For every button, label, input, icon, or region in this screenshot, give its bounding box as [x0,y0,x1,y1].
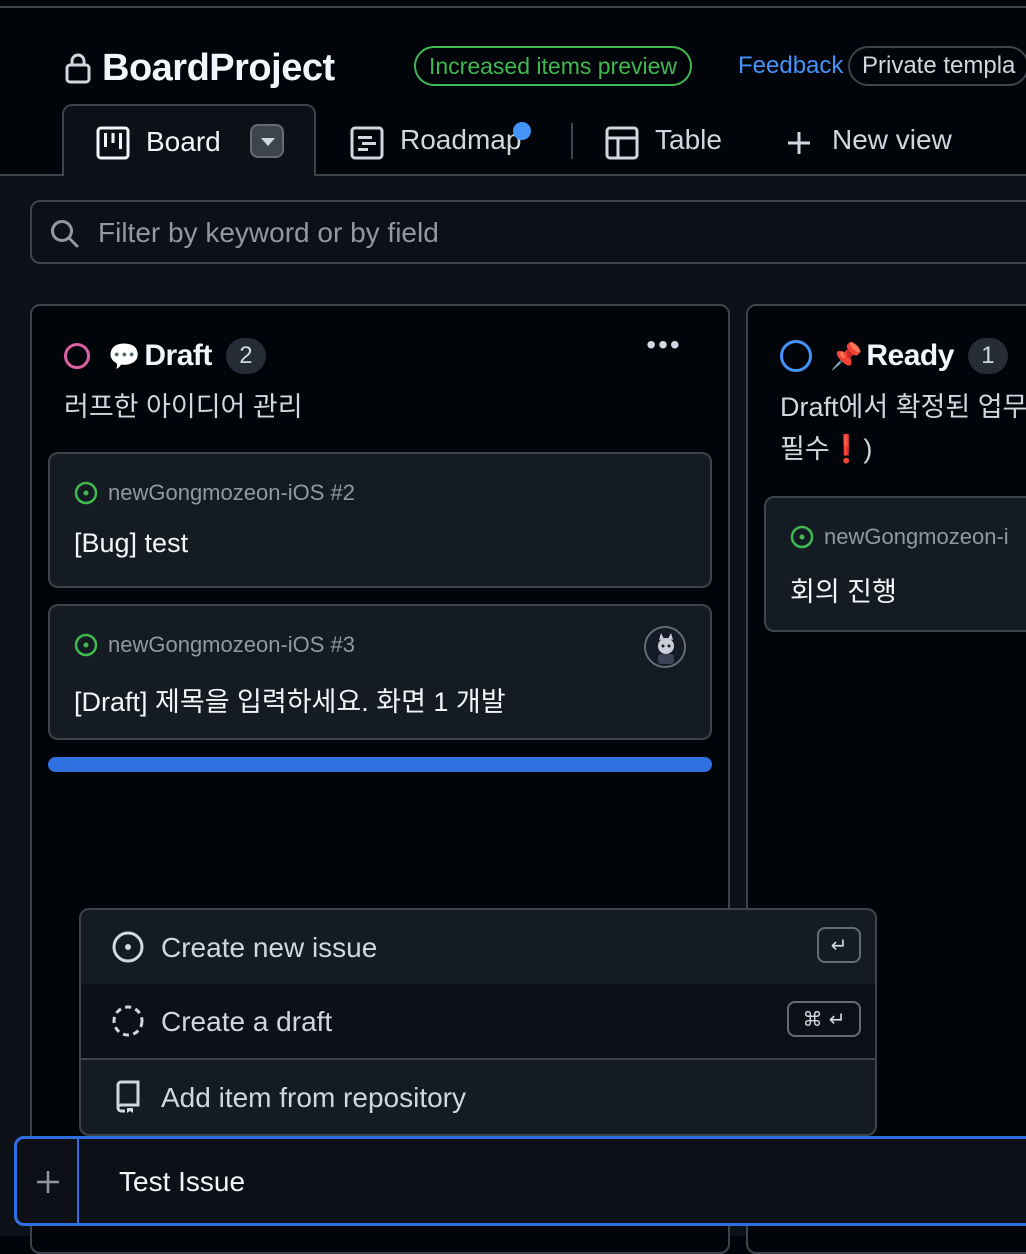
roadmap-icon [350,126,384,160]
column-title: Ready [866,339,954,372]
board-icon [96,126,130,160]
menu-item-create-draft[interactable]: Create a draft ⌘ ↵ [81,984,875,1058]
tab-table[interactable]: Table [605,122,745,162]
return-key-icon: ↵ [830,933,848,957]
card-repo: newGongmozeon-i [790,524,1009,550]
search-icon [51,220,79,248]
feedback-link[interactable]: Feedback [738,52,843,80]
shortcut-hint: ↵ [817,927,861,963]
add-item-input[interactable] [117,1161,1001,1203]
menu-item-label: Add item from repository [161,1082,466,1113]
exclamation-icon: ❗ [829,434,864,464]
tab-board-label: Board [146,126,221,157]
repo-icon [116,1080,140,1113]
project-title-row: BoardProject [64,44,335,92]
issue-opened-icon [74,481,98,505]
card-repo: newGongmozeon-iOS #2 [74,480,355,506]
project-header: BoardProject Increased items preview Fee… [0,8,1026,176]
card-repo-label: newGongmozeon-i [824,524,1009,549]
tab-separator [571,123,573,159]
tab-roadmap-label: Roadmap [400,124,522,155]
issue-opened-icon [790,525,814,549]
status-circle-icon [64,343,90,369]
column-description-line2: 필수❗) [780,428,1026,470]
plus-icon [788,132,810,154]
menu-item-label: Create a draft [161,1006,333,1037]
filter-input[interactable] [96,212,1000,254]
column-header: 💬 Draft 2 [64,336,266,376]
roadmap-notification-dot [513,122,531,140]
avatar-image [646,628,684,666]
plus-icon [37,1171,59,1193]
project-title: BoardProject [102,46,335,89]
menu-item-label: Create new issue [161,932,378,963]
menu-item-add-from-repo[interactable]: Add item from repository [81,1060,875,1134]
filter-bar[interactable] [30,200,1026,264]
column-menu-button[interactable]: ••• [644,331,684,360]
column-description: Draft에서 확정된 업무 필수❗) [780,386,1026,470]
view-options-dropdown[interactable] [250,124,284,158]
shortcut-hint: ⌘ ↵ [787,1001,861,1037]
column-title: Draft [144,339,212,372]
add-item-input-bar[interactable] [14,1136,1026,1226]
issue-card[interactable]: newGongmozeon-i 회의 진행 [764,496,1026,632]
private-template-badge[interactable]: Private templa [848,46,1026,86]
item-count-badge: 2 [225,338,266,374]
add-item-menu: Create new issue ↵ Create a draft ⌘ ↵ Ad… [79,908,877,1136]
issue-opened-icon [112,931,144,963]
menu-item-create-issue[interactable]: Create new issue ↵ [81,910,875,984]
issue-draft-icon [112,1005,144,1037]
preview-badge[interactable]: Increased items preview [414,46,692,86]
card-repo: newGongmozeon-iOS #3 [74,632,355,658]
new-view-label: New view [832,124,952,155]
issue-card[interactable]: newGongmozeon-iOS #2 [Bug] test [48,452,712,588]
table-icon [605,126,639,160]
lock-icon [65,53,91,84]
tab-board[interactable]: Board [62,104,316,176]
tab-table-label: Table [655,124,722,155]
column-description: 러프한 아이디어 관리 [64,392,303,422]
column-description-line1: Draft에서 확정된 업무 [780,392,1026,422]
new-view-button[interactable]: New view [786,122,986,162]
column-header: 📌 Ready 1 [780,336,1008,376]
drop-indicator [48,757,712,772]
card-repo-label: newGongmozeon-iOS #2 [108,480,356,505]
card-repo-label: newGongmozeon-iOS #3 [108,632,356,657]
card-title[interactable]: [Draft] 제목을 입력하세요. 화면 1 개발 [74,680,506,719]
card-title[interactable]: [Bug] test [74,528,188,559]
issue-card[interactable]: newGongmozeon-iOS #3 [Draft] 제목을 입력하세요. … [48,604,712,740]
status-circle-icon [780,340,812,372]
column-description-line2-text: 필수 [780,434,830,464]
card-title[interactable]: 회의 진행 [790,570,897,609]
speech-bubble-icon: 💬 [108,340,141,371]
avatar[interactable] [644,626,686,668]
add-item-plus-button[interactable] [17,1139,79,1223]
command-return-keys: ⌘ ↵ [802,1007,846,1031]
pushpin-icon: 📌 [830,340,863,371]
item-count-badge: 1 [967,338,1008,374]
issue-opened-icon [74,633,98,657]
column-description-close: ) [863,434,873,464]
